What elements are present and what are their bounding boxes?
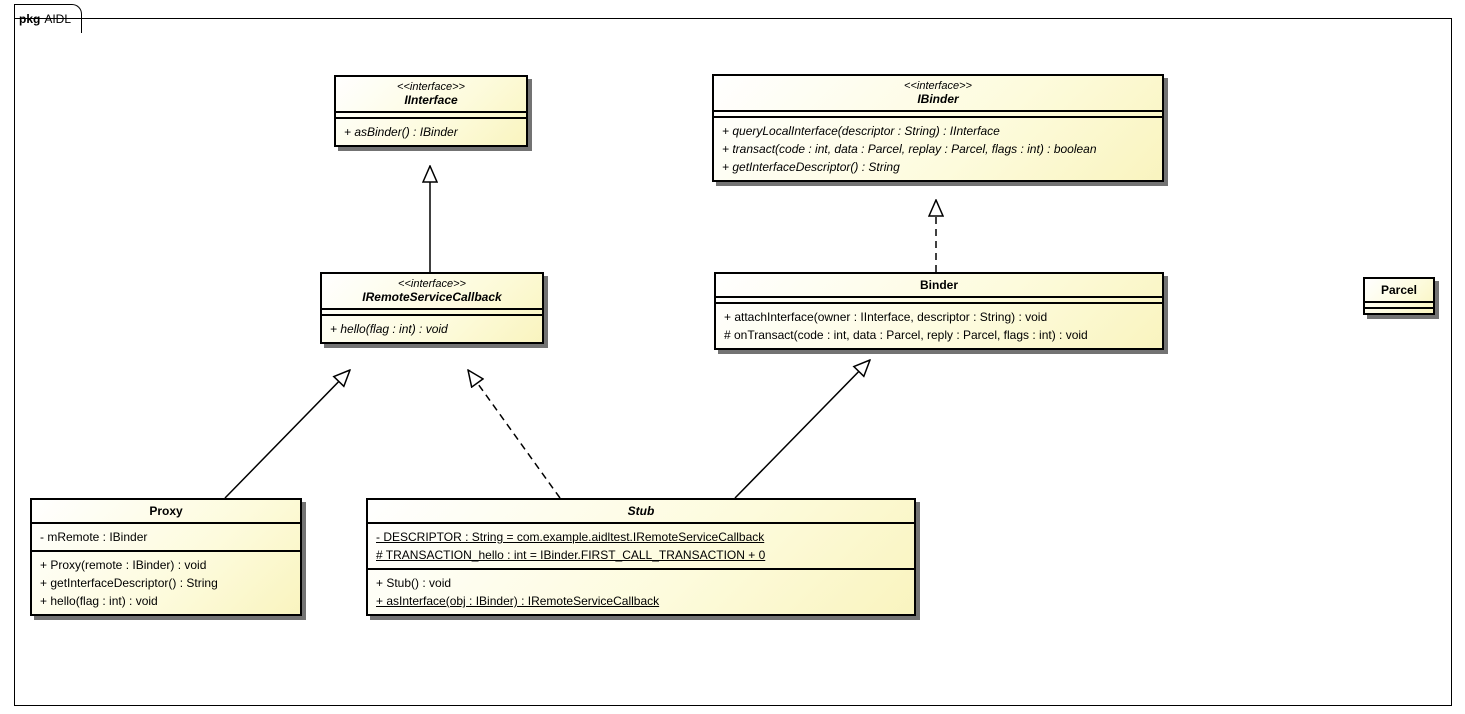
class-ibinder: <<interface>> IBinder + queryLocalInterf…	[712, 74, 1164, 182]
class-name: Binder	[724, 278, 1154, 292]
stereotype: <<interface>>	[722, 80, 1154, 92]
class-name: Parcel	[1373, 283, 1425, 297]
class-binder: Binder + attachInterface(owner : IInterf…	[714, 272, 1164, 350]
attribute: - mRemote : IBinder	[40, 528, 292, 546]
operation: + Proxy(remote : IBinder) : void	[40, 556, 292, 574]
class-iremoteservicecallback: <<interface>> IRemoteServiceCallback + h…	[320, 272, 544, 344]
class-name: IInterface	[344, 93, 518, 107]
operation: + getInterfaceDescriptor() : String	[722, 158, 1154, 176]
operation: + Stub() : void	[376, 574, 906, 592]
class-name: Proxy	[40, 504, 292, 518]
operation: + hello(flag : int) : void	[40, 592, 292, 610]
class-stub: Stub - DESCRIPTOR : String = com.example…	[366, 498, 916, 616]
class-iinterface: <<interface>> IInterface + asBinder() : …	[334, 75, 528, 147]
operation: + transact(code : int, data : Parcel, re…	[722, 140, 1154, 158]
operation: + queryLocalInterface(descriptor : Strin…	[722, 122, 1154, 140]
attribute: - DESCRIPTOR : String = com.example.aidl…	[376, 528, 906, 546]
operation: + asBinder() : IBinder	[336, 119, 526, 145]
class-name: Stub	[376, 504, 906, 518]
stereotype: <<interface>>	[344, 81, 518, 93]
class-name: IRemoteServiceCallback	[330, 290, 534, 304]
operation: + attachInterface(owner : IInterface, de…	[724, 308, 1154, 326]
class-name: IBinder	[722, 92, 1154, 106]
attribute: # TRANSACTION_hello : int = IBinder.FIRS…	[376, 546, 906, 564]
class-proxy: Proxy - mRemote : IBinder + Proxy(remote…	[30, 498, 302, 616]
operations-empty	[1365, 309, 1433, 313]
class-parcel: Parcel	[1363, 277, 1435, 315]
stereotype: <<interface>>	[330, 278, 534, 290]
operation: + asInterface(obj : IBinder) : IRemoteSe…	[376, 592, 906, 610]
operation: + getInterfaceDescriptor() : String	[40, 574, 292, 592]
operation: + hello(flag : int) : void	[322, 316, 542, 342]
operation: # onTransact(code : int, data : Parcel, …	[724, 326, 1154, 344]
